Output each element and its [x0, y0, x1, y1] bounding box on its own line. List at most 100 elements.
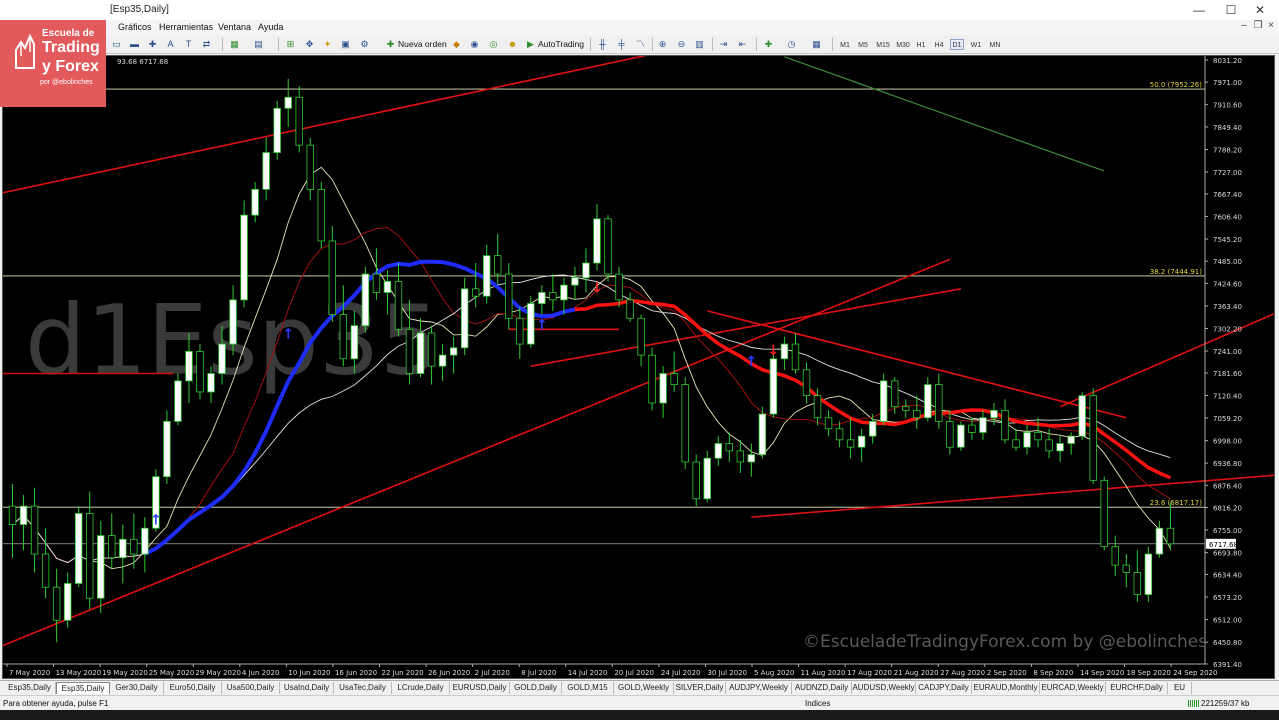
candle-body [670, 373, 678, 385]
chart-tab[interactable]: Esp35,Daily [4, 682, 56, 694]
chart-tab[interactable]: LCrude,Daily [392, 682, 450, 694]
date-axis-label: 21 Aug 2020 [894, 669, 939, 677]
label-tool-icon[interactable]: T [182, 38, 195, 51]
indicators-icon[interactable]: ✚ [762, 38, 775, 51]
chart-tab[interactable]: EURUSD,Daily [450, 682, 510, 694]
candle-body [935, 384, 943, 422]
timeframe-mn[interactable]: MN [987, 39, 1003, 50]
menu-ventana[interactable]: Ventana [218, 22, 251, 32]
mdi-minimize-icon[interactable]: – [1237, 20, 1251, 31]
chart-tab[interactable]: Ger30,Daily [110, 682, 164, 694]
candle-body [791, 343, 800, 371]
chart-tab[interactable]: EU [1168, 682, 1192, 694]
timeframe-w1[interactable]: W1 [969, 39, 983, 50]
cursor-icon[interactable]: ⊞ [284, 38, 297, 51]
experts-icon[interactable]: ☻ [506, 38, 519, 51]
candle-body [119, 538, 127, 559]
timeframe-m30[interactable]: M30 [894, 39, 912, 50]
chart-shift-icon[interactable]: ⇤ [736, 38, 749, 51]
autoscroll-icon[interactable]: ⇥ [717, 38, 730, 51]
candle-body [30, 505, 39, 555]
chart-tab[interactable]: CADJPY,Daily [916, 682, 972, 694]
candle-body [615, 273, 623, 301]
candle-body [196, 351, 204, 393]
candle-body [692, 461, 700, 500]
metaeditor-icon[interactable]: ◆ [450, 38, 463, 51]
chart-tab[interactable]: AUDUSD,Weekly [852, 682, 916, 694]
price-axis-label: 6391.40 [1213, 661, 1242, 669]
candle-body [725, 443, 734, 452]
autotrading-button[interactable]: AutoTrading [538, 39, 584, 49]
timeframe-m5[interactable]: M5 [856, 39, 870, 50]
chart-tab[interactable]: UsaInd,Daily [280, 682, 334, 694]
autotrading-icon[interactable]: ▶ [524, 38, 537, 51]
chart-tab[interactable]: GOLD,M15 [562, 682, 614, 694]
minimize-button[interactable]: — [1182, 0, 1216, 20]
price-axis-label: 7910.60 [1213, 101, 1242, 109]
strategy-tester-icon[interactable]: ⚙ [358, 38, 371, 51]
chart-tab[interactable]: Usa500,Daily [222, 682, 280, 694]
chart-tab[interactable]: EURCAD,Weekly [1040, 682, 1106, 694]
chart-tab[interactable]: GOLD,Daily [510, 682, 562, 694]
logo-line1: Escuela de [42, 28, 95, 39]
profiles-icon[interactable]: ▭ [110, 38, 123, 51]
candle-body [1100, 479, 1108, 548]
candle-body [703, 457, 711, 500]
text-tool-icon[interactable]: A [164, 38, 177, 51]
date-axis-label: 24 Sep 2020 [1173, 669, 1217, 677]
mdi-close-icon[interactable]: × [1264, 20, 1278, 31]
candle-body [990, 409, 998, 419]
mdi-restore-icon[interactable]: ❐ [1251, 20, 1265, 31]
templates-icon[interactable]: ▤ [252, 38, 265, 51]
timeframe-d1[interactable]: D1 [950, 39, 964, 50]
chart-tab[interactable]: SILVER,Daily [674, 682, 726, 694]
new-order-button[interactable]: Nueva orden [398, 39, 447, 49]
candle-body [218, 343, 226, 374]
menu-herramientas[interactable]: Herramientas [159, 22, 213, 32]
bar-chart-icon[interactable]: ╫ [596, 38, 609, 51]
market-watch-icon[interactable]: ▬ [128, 38, 141, 51]
toolbar: ▭ ▬ ✚ A T ⇄ ▦ ▤ ⊞ ✥ ✦ ▣ ⚙ ✚ Nueva orden … [0, 35, 1279, 54]
zoom-tool-icon[interactable]: ✦ [321, 38, 334, 51]
close-button[interactable]: ✕ [1243, 0, 1277, 20]
menu-ayuda[interactable]: Ayuda [258, 22, 283, 32]
candle-body [251, 188, 259, 216]
timeframe-h1[interactable]: H1 [914, 39, 928, 50]
timeframe-m15[interactable]: M15 [874, 39, 892, 50]
zoom-in-icon[interactable]: ⊕ [656, 38, 669, 51]
timeframe-m1[interactable]: M1 [838, 39, 852, 50]
menu-graficos[interactable]: Gráficos [118, 22, 152, 32]
candle-body [240, 214, 248, 301]
navigator-icon[interactable]: ✚ [146, 38, 159, 51]
price-chart[interactable]: d1Esp35 50.0 (7952.26) 38.2 (7444.91) 23.6 … [2, 55, 1275, 679]
candle-body [449, 347, 458, 356]
arrows-tool-icon[interactable]: ⇄ [200, 38, 213, 51]
fib-label: 50.0 (7952.26) [1150, 81, 1202, 89]
price-axis-label: 7667.40 [1213, 191, 1242, 199]
new-chart-icon[interactable]: ▦ [228, 38, 241, 51]
tile-windows-icon[interactable]: ▥ [693, 38, 706, 51]
price-axis-label: 7302.20 [1213, 326, 1242, 334]
candle-body [538, 292, 546, 304]
new-order-icon[interactable]: ✚ [384, 38, 397, 51]
chart-tab[interactable]: Esp35,Daily [56, 682, 110, 694]
signals-icon[interactable]: ◉ [468, 38, 481, 51]
chart-tab[interactable]: GOLD,Weekly [614, 682, 674, 694]
crosshair-icon[interactable]: ✥ [303, 38, 316, 51]
market-icon[interactable]: ◎ [487, 38, 500, 51]
line-chart-icon[interactable]: 〽 [634, 38, 647, 51]
chart-canvas[interactable]: d1Esp3550.0 (7952.26)38.2 (7444.91)23.6 … [3, 56, 1274, 678]
chart-tab[interactable]: AUDNZD,Daily [792, 682, 852, 694]
window-icon[interactable]: ▣ [339, 38, 352, 51]
candle-body [1023, 432, 1031, 448]
candlestick-icon[interactable]: ╪ [615, 38, 628, 51]
timeframe-h4[interactable]: H4 [932, 39, 946, 50]
chart-tab[interactable]: UsaTec,Daily [334, 682, 392, 694]
chart-tab[interactable]: Euro50,Daily [164, 682, 222, 694]
chart-tab[interactable]: AUDJPY,Weekly [726, 682, 792, 694]
chart-tab[interactable]: EURCHF,Daily [1106, 682, 1168, 694]
templates-menu-icon[interactable]: ▦ [810, 38, 823, 51]
chart-tab[interactable]: EURAUD,Monthly [972, 682, 1040, 694]
periods-icon[interactable]: ◷ [785, 38, 798, 51]
zoom-out-icon[interactable]: ⊖ [675, 38, 688, 51]
